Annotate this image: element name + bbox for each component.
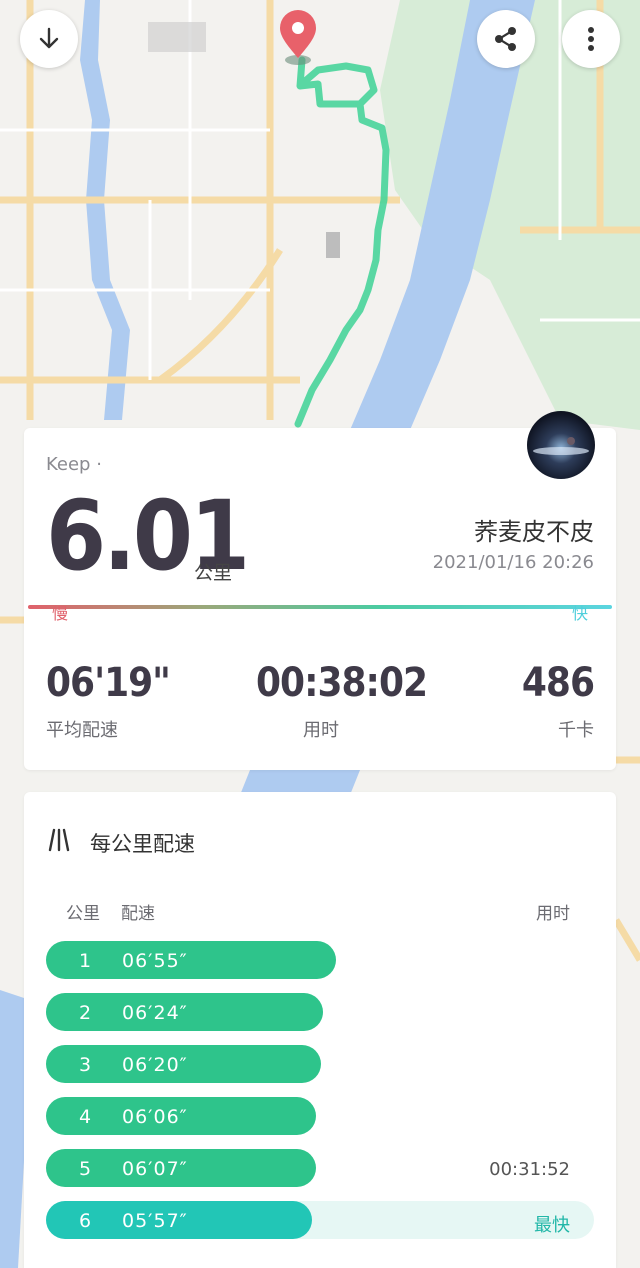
split-km: 4 bbox=[78, 1106, 92, 1128]
split-km: 6 bbox=[78, 1210, 92, 1232]
username[interactable]: 荞麦皮不皮 bbox=[474, 512, 594, 547]
split-pace: 05′57″ bbox=[122, 1210, 188, 1232]
split-km: 2 bbox=[78, 1002, 92, 1024]
pace-fast-label: 快 bbox=[571, 604, 588, 623]
splits-title: 每公里配速 bbox=[90, 832, 195, 856]
avatar-image bbox=[533, 437, 589, 455]
split-row-5: 5 06′07″ bbox=[46, 1149, 316, 1187]
fastest-badge: 最快 bbox=[534, 1215, 570, 1236]
split-row-3: 3 06′20″ bbox=[46, 1045, 321, 1083]
share-icon bbox=[495, 27, 516, 51]
duration-label: 用时 bbox=[303, 720, 339, 741]
split-pace: 06′06″ bbox=[122, 1106, 188, 1128]
split-km: 3 bbox=[78, 1054, 92, 1076]
share-button[interactable] bbox=[477, 10, 535, 68]
duration-value: 00:38:02 bbox=[256, 660, 428, 706]
avg-pace-value: 06'19" bbox=[46, 660, 171, 706]
avg-pace-label: 平均配速 bbox=[46, 720, 118, 741]
pace-gradient-bar bbox=[28, 605, 612, 609]
split-km: 5 bbox=[78, 1158, 92, 1180]
app-label: Keep · bbox=[46, 454, 102, 475]
split-row-6: 6 05′57″ bbox=[46, 1201, 312, 1239]
km-splits-card: 每公里配速 公里 配速 用时 1 06′55″ 2 06′24″ 3 06′20… bbox=[24, 792, 616, 1268]
pace-slow-label: 慢 bbox=[52, 604, 69, 623]
download-icon bbox=[39, 27, 59, 49]
split-pace: 06′20″ bbox=[122, 1054, 188, 1076]
more-vertical-icon bbox=[588, 27, 594, 51]
split-pace: 06′24″ bbox=[122, 1002, 188, 1024]
splits-icon bbox=[48, 828, 70, 852]
calories-label: 千卡 bbox=[558, 720, 594, 741]
split-km: 1 bbox=[78, 950, 92, 972]
split-row-1: 1 06′55″ bbox=[46, 941, 336, 979]
split-row-4: 4 06′06″ bbox=[46, 1097, 316, 1135]
run-summary-card: Keep · 6.01 公里 荞麦皮不皮 2021/01/16 20:26 慢 … bbox=[24, 428, 616, 770]
download-button[interactable] bbox=[20, 10, 78, 68]
distance-unit: 公里 bbox=[194, 562, 233, 584]
split-cumulative-time: 00:31:52 bbox=[489, 1159, 570, 1180]
split-pace: 06′07″ bbox=[122, 1158, 188, 1180]
col-pace-header: 配速 bbox=[121, 904, 155, 924]
run-datetime: 2021/01/16 20:26 bbox=[432, 552, 594, 573]
col-time-header: 用时 bbox=[536, 904, 570, 924]
more-button[interactable] bbox=[562, 10, 620, 68]
split-pace: 06′55″ bbox=[122, 950, 188, 972]
calories-value: 486 bbox=[521, 660, 595, 706]
col-km-header: 公里 bbox=[66, 904, 100, 924]
split-row-2: 2 06′24″ bbox=[46, 993, 323, 1031]
user-avatar[interactable] bbox=[527, 411, 595, 479]
